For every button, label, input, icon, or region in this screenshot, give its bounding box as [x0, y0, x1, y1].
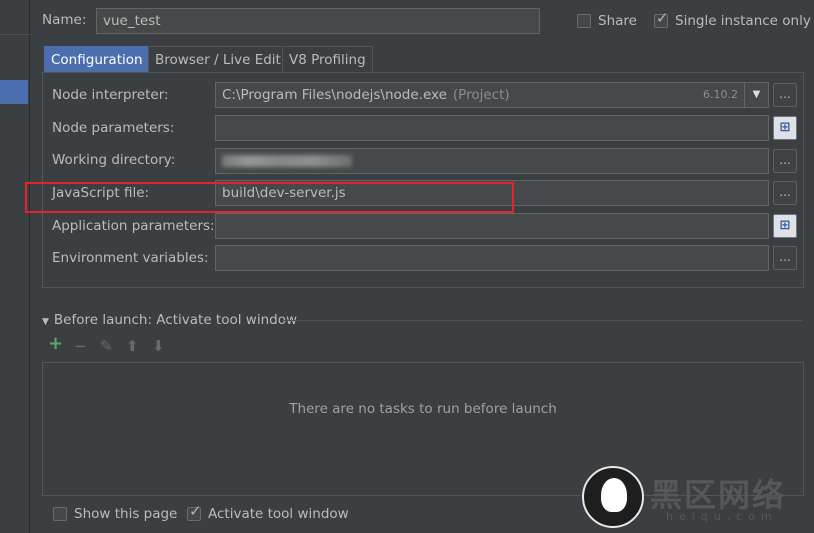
empty-task-list-text: There are no tasks to run before launch	[289, 401, 557, 417]
expand-icon[interactable]: ⊞	[773, 116, 797, 140]
watermark-subtext: heiqu.com	[666, 510, 778, 523]
move-up-icon[interactable]: ⬆	[126, 338, 139, 354]
tab-configuration[interactable]: Configuration	[44, 46, 150, 72]
activate-tool-window-checkbox[interactable]: ✓	[187, 502, 202, 521]
working-directory-label: Working directory:	[52, 152, 176, 168]
move-down-icon[interactable]: ⬇	[152, 338, 165, 354]
configurations-tree-strip	[0, 0, 30, 533]
node-parameters-input[interactable]	[215, 115, 769, 141]
working-directory-input[interactable]	[215, 148, 769, 174]
expand-icon[interactable]: ⊞	[773, 214, 797, 238]
before-launch-divider	[282, 320, 802, 321]
node-parameters-label: Node parameters:	[52, 120, 175, 136]
tab-v8-profiling[interactable]: V8 Profiling	[282, 46, 373, 72]
node-version: 6.10.2	[703, 88, 738, 101]
before-launch-header[interactable]: ▼ Before launch: Activate tool window	[42, 312, 297, 328]
configuration-panel: Node interpreter: C:\Program Files\nodej…	[42, 72, 804, 288]
name-label: Name:	[42, 12, 87, 28]
watermark: 黑区网络 heiqu.com	[582, 464, 812, 530]
node-interpreter-select[interactable]: C:\Program Files\nodejs\node.exe (Project…	[215, 82, 769, 108]
checkmark-icon: ✓	[189, 502, 202, 520]
environment-variables-input[interactable]	[215, 245, 769, 271]
show-page-checkbox[interactable]	[53, 507, 67, 521]
node-interpreter-path: C:\Program Files\nodejs\node.exe	[222, 87, 447, 103]
tree-separator	[0, 34, 30, 35]
tree-selected-item[interactable]	[0, 80, 28, 104]
edit-task-icon[interactable]: ✎	[100, 338, 113, 354]
before-launch-title: Before launch: Activate tool window	[53, 312, 297, 328]
single-instance-label: Single instance only	[675, 13, 811, 29]
remove-task-icon[interactable]: −	[74, 338, 87, 354]
node-interpreter-note: (Project)	[452, 87, 510, 103]
run-configuration-dialog: Name: Share ✓ Single instance only Confi…	[0, 0, 814, 533]
watermark-logo-icon	[582, 466, 644, 528]
name-input[interactable]	[96, 8, 540, 34]
annotation-highlight-box	[25, 182, 514, 213]
environment-variables-label: Environment variables:	[52, 250, 209, 266]
checkmark-icon: ✓	[656, 9, 669, 27]
javascript-file-browse-button[interactable]: ...	[773, 181, 797, 205]
redacted-path	[222, 155, 352, 167]
node-interpreter-label: Node interpreter:	[52, 87, 169, 103]
working-directory-browse-button[interactable]: ...	[773, 149, 797, 173]
node-interpreter-browse-button[interactable]: ...	[773, 83, 797, 107]
single-instance-checkbox[interactable]: ✓	[654, 9, 669, 28]
chevron-down-icon[interactable]: ▼	[744, 83, 768, 107]
environment-variables-browse-button[interactable]: ...	[773, 246, 797, 270]
show-page-label: Show this page	[74, 506, 178, 522]
application-parameters-label: Application parameters:	[52, 218, 215, 234]
tab-browser-live-edit[interactable]: Browser / Live Edit	[148, 46, 288, 72]
share-label: Share	[598, 13, 637, 29]
activate-tool-window-label: Activate tool window	[208, 506, 349, 522]
add-task-icon[interactable]: +	[48, 335, 63, 353]
application-parameters-input[interactable]	[215, 213, 769, 239]
triangle-down-icon: ▼	[42, 317, 49, 327]
share-checkbox[interactable]	[577, 14, 591, 28]
